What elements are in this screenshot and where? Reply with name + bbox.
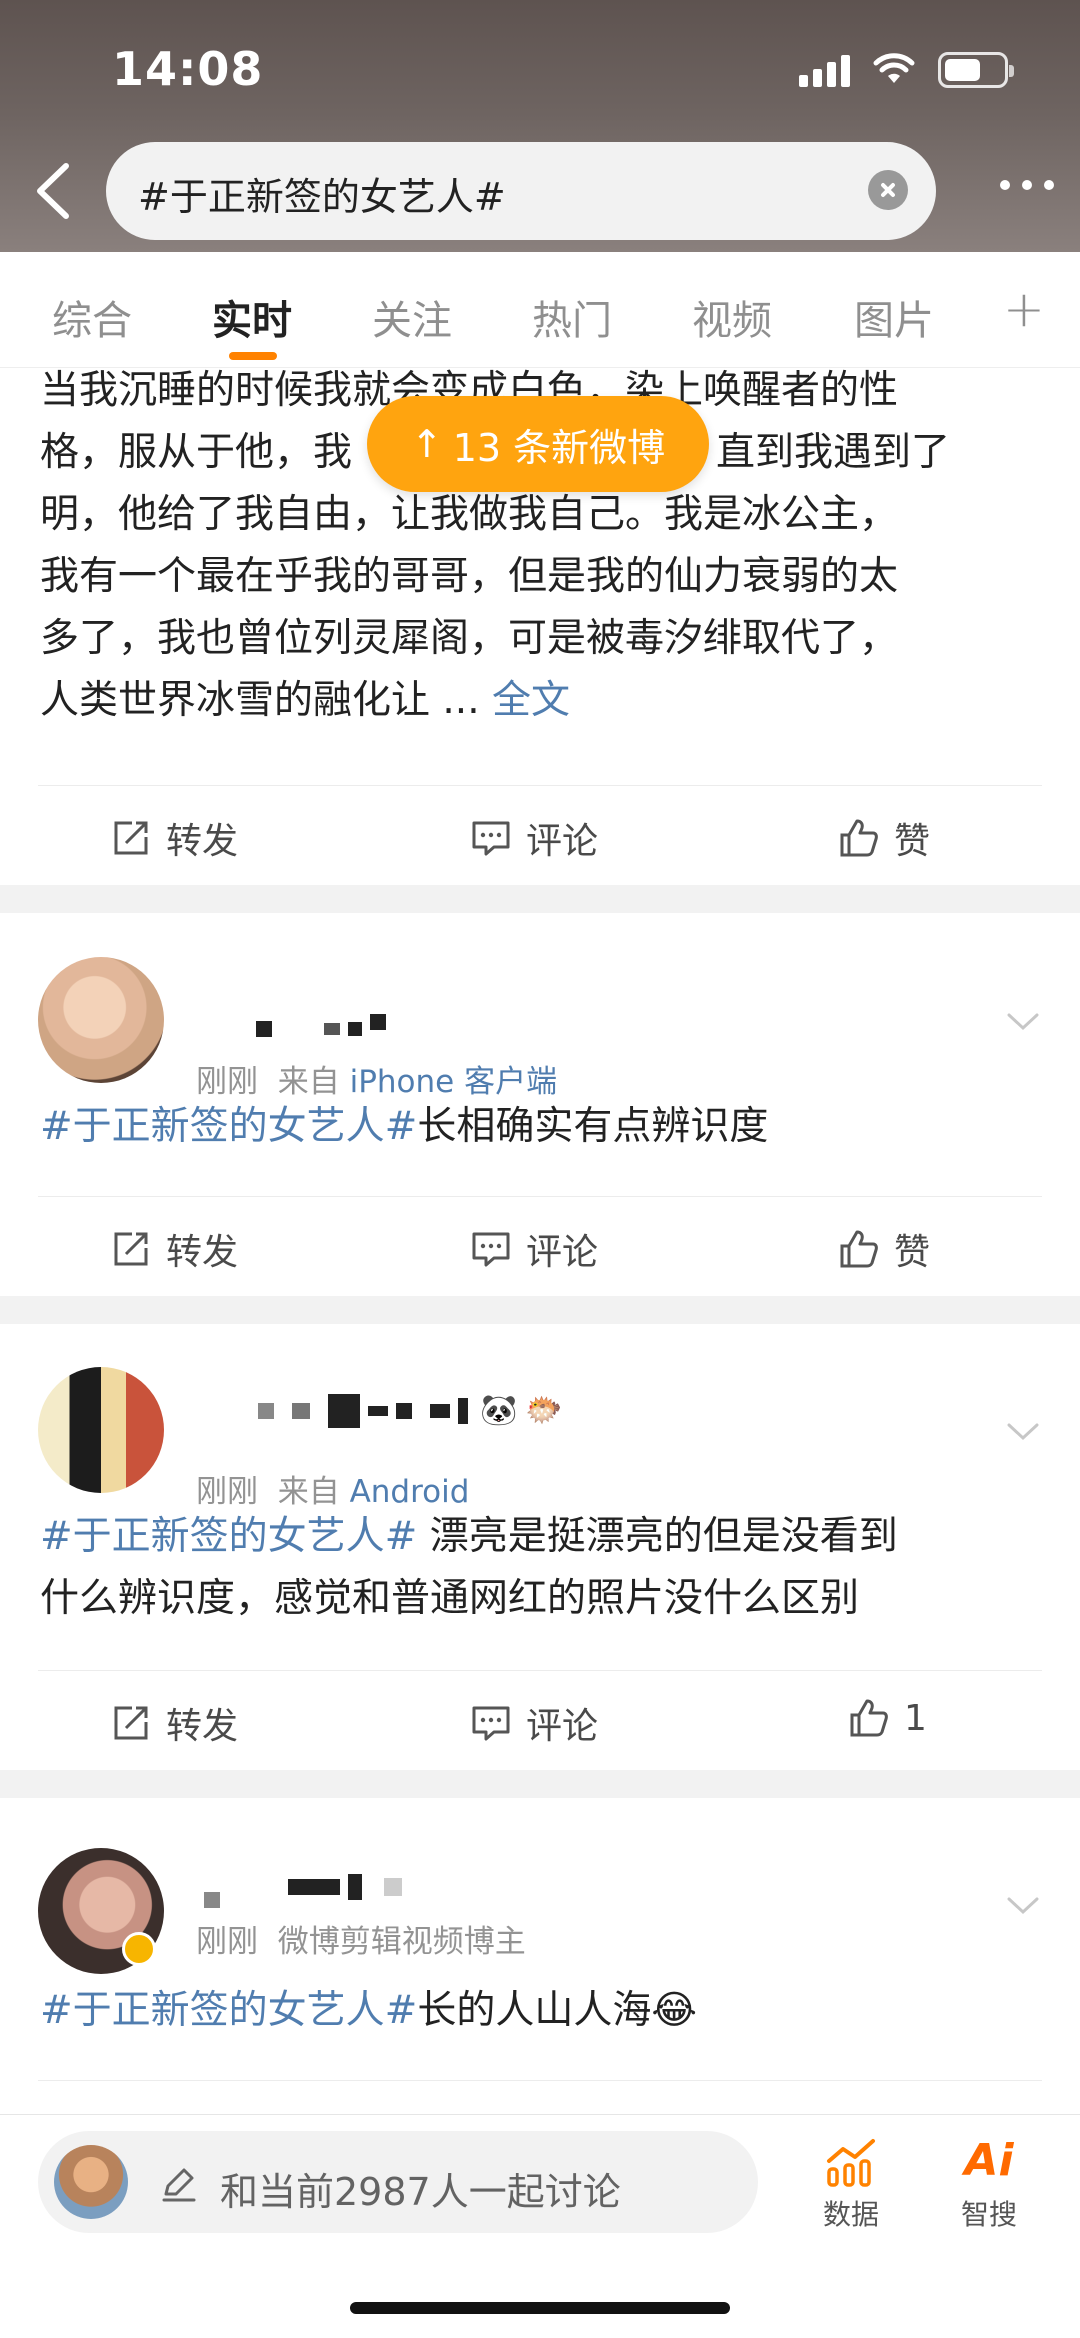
- post-source[interactable]: Android: [350, 1474, 470, 1510]
- signal-icon: [799, 53, 850, 87]
- post-source[interactable]: iPhone 客户端: [350, 1064, 558, 1100]
- status-time: 14:08: [112, 42, 264, 96]
- like-button[interactable]: 1: [848, 1697, 927, 1739]
- username-redacted[interactable]: [196, 1014, 386, 1037]
- tab-video[interactable]: 视频: [692, 288, 772, 346]
- panda-emoji-icon: 🐼: [480, 1393, 518, 1428]
- user-badge-text: 微博剪辑视频博主: [277, 1924, 526, 1960]
- tab-following[interactable]: 关注: [372, 288, 452, 346]
- like-icon: [840, 1230, 878, 1268]
- avatar[interactable]: [38, 957, 164, 1083]
- post-meta: 刚刚 来自 Android: [196, 1474, 470, 1510]
- full-text-link[interactable]: 全文: [492, 678, 570, 723]
- post-text: #于正新签的女艺人# 漂亮是挺漂亮的但是没看到 什么辨识度，感觉和普通网红的照片…: [40, 1514, 898, 1621]
- hashtag-link[interactable]: #于正新签的女艺人#: [40, 1514, 417, 1559]
- tab-indicator: [229, 352, 277, 360]
- pencil-icon: [162, 2168, 196, 2202]
- action-row: 转发 评论 赞: [38, 785, 1042, 885]
- chart-icon: [827, 2139, 875, 2187]
- chevron-down-icon[interactable]: [1006, 1004, 1040, 1038]
- verified-badge-icon: [122, 1932, 156, 1966]
- tab-images[interactable]: 图片: [854, 288, 934, 346]
- status-icons: [799, 52, 1014, 88]
- tab-bar: 综合 实时 关注 热门 视频 图片 +: [0, 252, 1080, 368]
- tab-hot[interactable]: 热门: [532, 288, 612, 346]
- like-icon: [850, 1699, 888, 1737]
- post-meta: 刚刚 来自 iPhone 客户端: [196, 1064, 558, 1100]
- clear-icon[interactable]: [868, 170, 908, 210]
- search-input[interactable]: #于正新签的女艺人#: [106, 142, 936, 240]
- comment-button[interactable]: 评论: [470, 1697, 598, 1749]
- laughing-emoji-icon: 😂: [651, 1988, 697, 2033]
- comment-button[interactable]: 评论: [470, 1223, 598, 1275]
- back-arrow-icon[interactable]: [28, 160, 78, 222]
- action-row: 转发 评论 1: [38, 1670, 1042, 1770]
- more-icon[interactable]: [1000, 180, 1054, 190]
- username-redacted[interactable]: 🐼 🐡: [196, 1393, 563, 1428]
- divider: [0, 1296, 1080, 1324]
- compose-input[interactable]: 和当前2987人一起讨论: [38, 2131, 758, 2233]
- repost-button[interactable]: 转发: [110, 812, 238, 864]
- like-icon: [840, 819, 878, 857]
- new-posts-toast[interactable]: ↑ 13 条新微博: [367, 396, 709, 492]
- smart-search-button[interactable]: Ai 智搜: [944, 2135, 1034, 2233]
- post-text: #于正新签的女艺人#长的人山人海😂: [40, 1988, 697, 2033]
- top-header: 14:08 #于正新签的女艺人#: [0, 0, 1080, 252]
- home-indicator: [350, 2302, 730, 2314]
- repost-button[interactable]: 转发: [110, 1223, 238, 1275]
- like-button[interactable]: 赞: [838, 812, 930, 864]
- like-count: 1: [904, 1697, 927, 1739]
- tab-comprehensive[interactable]: 综合: [52, 288, 132, 346]
- avatar[interactable]: [38, 1367, 164, 1493]
- repost-icon: [114, 821, 148, 855]
- comment-icon: [472, 821, 510, 856]
- post-meta: 刚刚 微博剪辑视频博主: [196, 1924, 526, 1960]
- comment-button[interactable]: 评论: [470, 812, 598, 864]
- ai-icon: Ai: [964, 2135, 1014, 2186]
- hashtag-link[interactable]: #于正新签的女艺人#: [40, 1104, 417, 1149]
- feed[interactable]: 当我沉睡的时候我就会变成白色，染上唤醒者的性 格，服从于他，我 直到我遇到了 明…: [0, 368, 1080, 2122]
- comment-icon: [472, 1706, 510, 1741]
- comment-icon: [472, 1232, 510, 1267]
- action-row: 转发 评论 赞: [38, 1196, 1042, 1296]
- repost-icon: [114, 1706, 148, 1740]
- chevron-down-icon[interactable]: [1006, 1888, 1040, 1922]
- tab-add-button[interactable]: +: [1003, 280, 1045, 338]
- username-redacted[interactable]: [196, 1866, 402, 1908]
- pufferfish-emoji-icon: 🐡: [525, 1393, 563, 1428]
- like-button[interactable]: 赞: [838, 1223, 930, 1275]
- wifi-icon: [873, 53, 915, 83]
- search-query: #于正新签的女艺人#: [138, 175, 506, 219]
- arrow-up-icon: ↑: [410, 422, 443, 466]
- battery-icon: [938, 52, 1014, 88]
- post-text: #于正新签的女艺人#长相确实有点辨识度: [40, 1104, 769, 1149]
- divider: [0, 885, 1080, 913]
- data-button[interactable]: 数据: [806, 2135, 896, 2233]
- divider: [0, 1770, 1080, 1798]
- repost-button[interactable]: 转发: [110, 1697, 238, 1749]
- tab-realtime[interactable]: 实时: [212, 288, 292, 346]
- compose-placeholder: 和当前2987人一起讨论: [220, 2170, 621, 2214]
- chevron-down-icon[interactable]: [1006, 1414, 1040, 1448]
- user-avatar[interactable]: [54, 2145, 128, 2219]
- repost-icon: [114, 1232, 148, 1266]
- hashtag-link[interactable]: #于正新签的女艺人#: [40, 1988, 417, 2033]
